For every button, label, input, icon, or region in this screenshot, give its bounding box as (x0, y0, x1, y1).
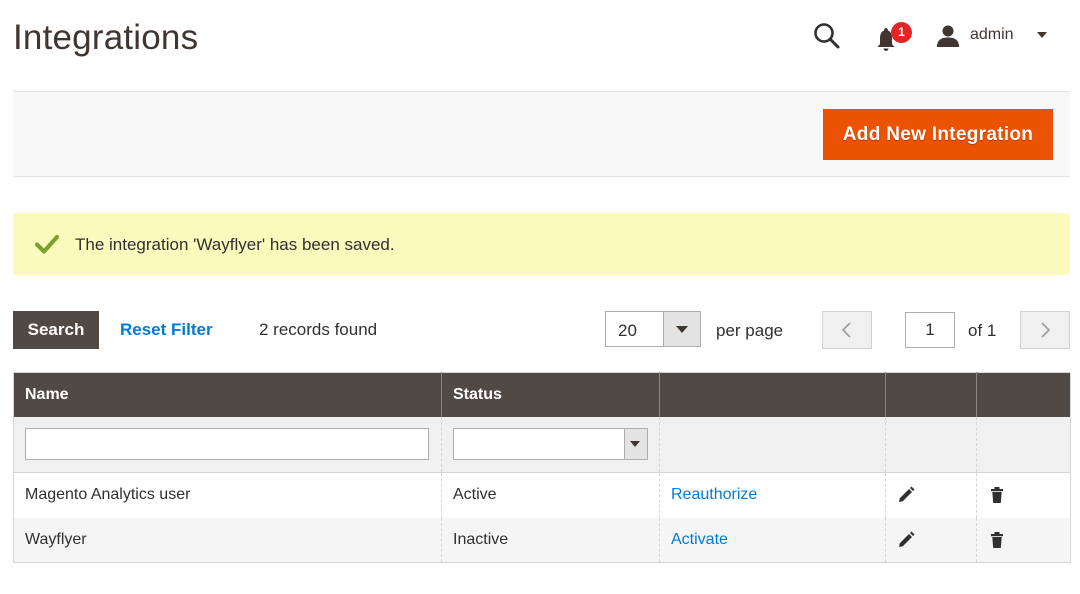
add-new-integration-button[interactable]: Add New Integration (823, 109, 1053, 160)
integration-name: Magento Analytics user (13, 472, 442, 518)
filter-row (13, 416, 1071, 473)
table-row[interactable]: Wayflyer Inactive Activate (13, 517, 1071, 563)
status-filter-toggle[interactable] (624, 429, 647, 460)
delete-cell (976, 472, 1071, 518)
chevron-down-icon (676, 326, 688, 333)
notifications-button[interactable]: 1 (876, 22, 912, 52)
grid-header-row: Name Status (13, 372, 1071, 417)
trash-icon[interactable] (988, 486, 1006, 504)
column-header-actions (659, 372, 886, 417)
status-filter-select[interactable] (453, 428, 648, 461)
integration-action-cell: Activate (659, 517, 886, 563)
per-page-dropdown-toggle[interactable] (663, 312, 700, 346)
reset-filter-link[interactable]: Reset Filter (120, 320, 213, 340)
filter-cell-empty (659, 416, 886, 473)
search-icon[interactable] (813, 22, 841, 50)
activate-link[interactable]: Activate (671, 531, 728, 548)
per-page-value: 20 (618, 321, 637, 340)
checkmark-icon (35, 234, 59, 254)
user-menu[interactable]: admin (936, 22, 1056, 50)
notification-count-badge: 1 (891, 22, 912, 43)
search-button[interactable]: Search (13, 311, 99, 349)
integration-status: Inactive (441, 517, 660, 563)
name-filter-input[interactable] (25, 428, 429, 461)
edit-cell (885, 472, 977, 518)
filter-cell-empty (976, 416, 1071, 473)
column-header-delete (976, 372, 1071, 417)
message-text: The integration 'Wayflyer' has been save… (75, 235, 395, 254)
total-pages: of 1 (968, 321, 997, 340)
chevron-down-icon (1037, 32, 1047, 38)
filter-cell-empty (885, 416, 977, 473)
chevron-down-icon (630, 441, 640, 448)
edit-cell (885, 517, 977, 563)
user-name: admin (970, 26, 1014, 43)
filter-cell-status (441, 416, 660, 473)
next-page-button[interactable] (1020, 311, 1070, 349)
chevron-left-icon (841, 322, 851, 338)
chevron-right-icon (1041, 322, 1051, 338)
page-title: Integrations (13, 18, 199, 57)
column-header-status[interactable]: Status (441, 372, 660, 417)
previous-page-button[interactable] (822, 311, 872, 349)
reauthorize-link[interactable]: Reauthorize (671, 486, 757, 503)
integration-name: Wayflyer (13, 517, 442, 563)
records-found: 2 records found (259, 320, 378, 339)
user-icon (937, 25, 959, 47)
column-header-edit (885, 372, 977, 417)
integrations-grid: Name Status Magento Analytics user Activ… (13, 372, 1071, 563)
table-row[interactable]: Magento Analytics user Active Reauthoriz… (13, 472, 1071, 518)
integration-action-cell: Reauthorize (659, 472, 886, 518)
success-message: The integration 'Wayflyer' has been save… (13, 213, 1070, 275)
filter-cell-name (13, 416, 442, 473)
pencil-icon[interactable] (897, 531, 915, 549)
column-header-name[interactable]: Name (13, 372, 442, 417)
page-actions-bar: Add New Integration (13, 91, 1070, 177)
per-page-label: per page (716, 321, 784, 340)
integration-status: Active (441, 472, 660, 518)
trash-icon[interactable] (988, 531, 1006, 549)
pencil-icon[interactable] (897, 486, 915, 504)
per-page-select[interactable]: 20 (605, 311, 701, 347)
delete-cell (976, 517, 1071, 563)
page-number-input[interactable] (905, 312, 955, 348)
